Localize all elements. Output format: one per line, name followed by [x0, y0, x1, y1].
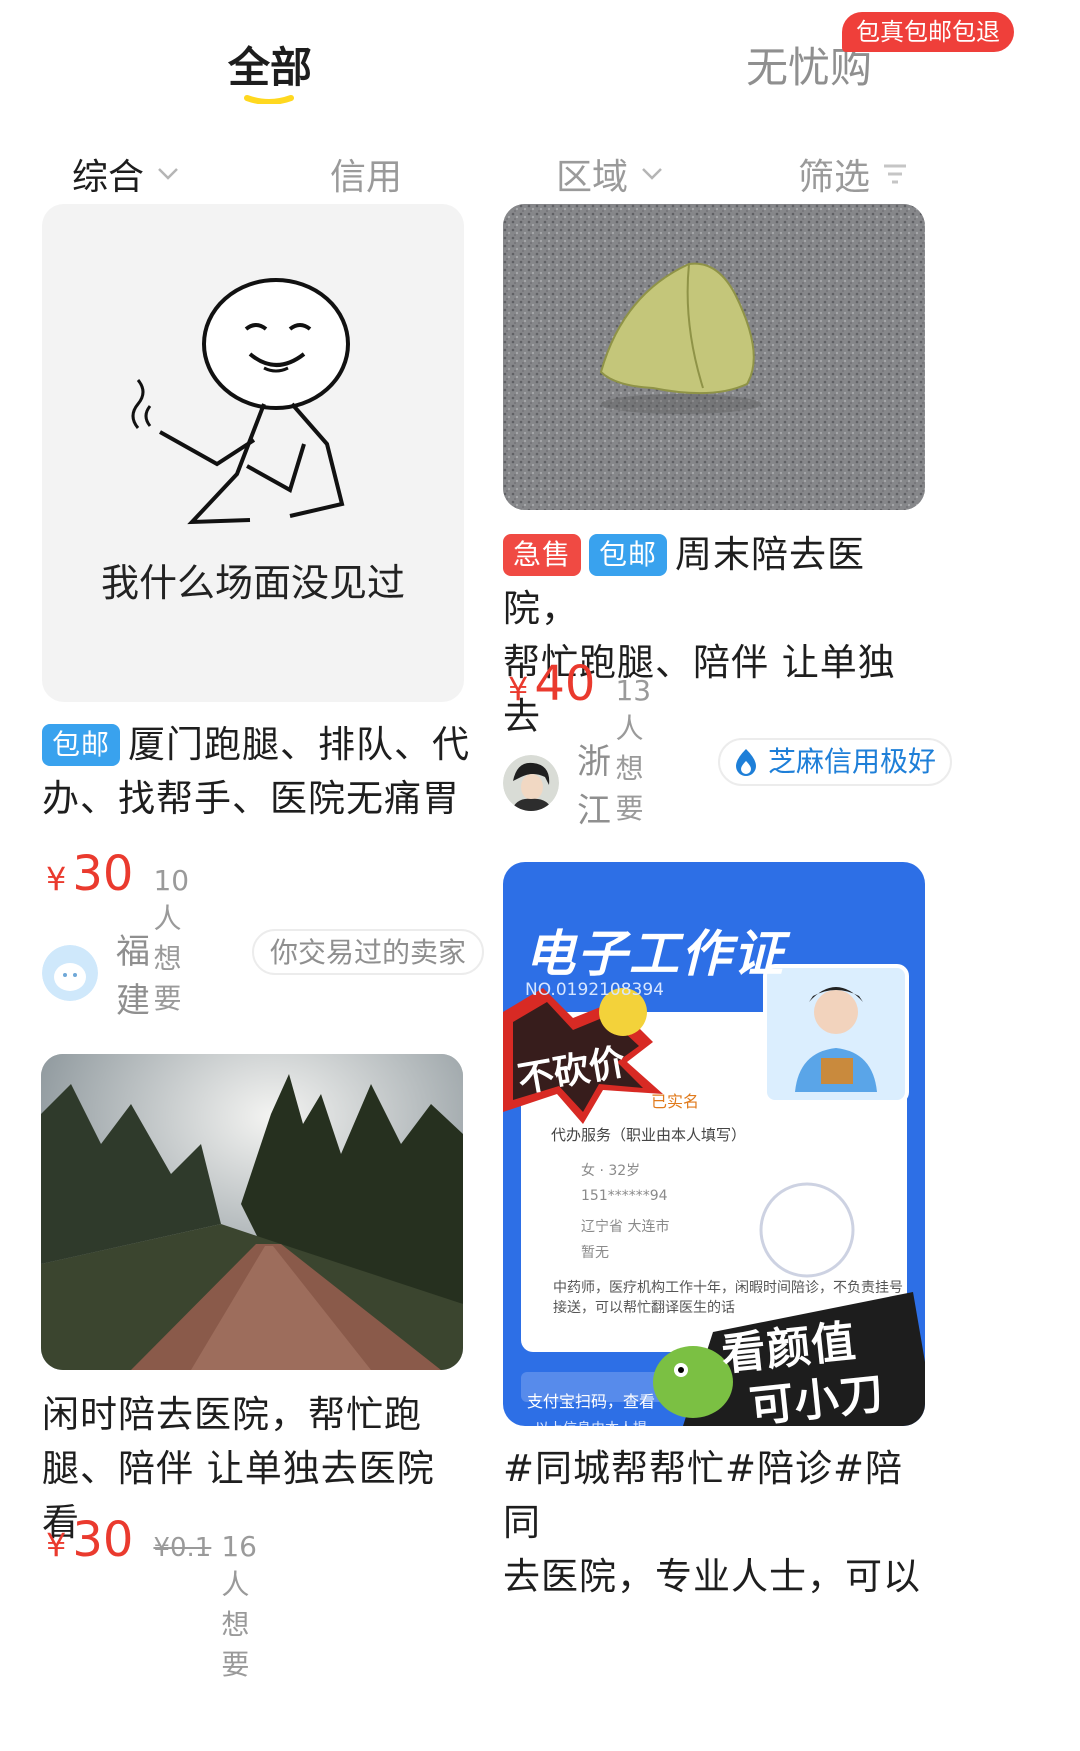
filter-credit[interactable]: 信用 — [330, 148, 402, 200]
work-badge-scan-hint: 支付宝扫码，查看 — [527, 1392, 656, 1411]
original-price: ¥0.1 — [153, 1533, 212, 1563]
avatar-icon — [42, 945, 98, 1001]
card-image-forest-road — [41, 1054, 463, 1370]
tab-all[interactable]: 全部 — [228, 34, 312, 95]
filter-bar: 综合 信用 区域 筛选 — [0, 140, 1080, 210]
work-badge-location: 辽宁省 大连市 — [581, 1219, 670, 1235]
work-badge-verified: 已实名 — [651, 1092, 700, 1111]
seller-region: 福建 — [116, 932, 150, 1021]
work-badge-number: NO.0192108394 — [525, 980, 664, 1000]
card-image-meme: 我什么场面没见过 — [42, 204, 464, 702]
sesame-credit-badge: 芝麻信用极好 — [718, 738, 953, 786]
price-symbol: ¥ — [46, 1526, 67, 1564]
work-badge-service: 代办服务（职业由本人填写） — [551, 1126, 747, 1144]
tag-urgent-sale: 急售 — [503, 534, 582, 576]
want-count: 10人想要 — [153, 864, 190, 1015]
forest-road-photo — [41, 1054, 463, 1370]
card-title-line1: 厦门跑腿、排队、代 — [128, 723, 471, 766]
leaf-photo — [503, 204, 925, 510]
work-badge-gender-age: 女 · 32岁 — [581, 1163, 641, 1179]
avatar-icon — [503, 755, 559, 811]
flame-icon — [736, 749, 756, 776]
seller-row[interactable]: 福建 — [42, 924, 150, 1022]
filter-icon — [884, 164, 907, 184]
want-count: 16人想要 — [221, 1530, 257, 1681]
work-badge-title: 电子工作证 — [525, 925, 785, 983]
promo-badge: 包真包邮包退 — [842, 12, 1014, 52]
traded-seller-badge: 你交易过的卖家 — [252, 929, 485, 975]
price-value: 30 — [72, 1512, 134, 1568]
tag-free-shipping: 包邮 — [42, 724, 121, 766]
avatar — [503, 755, 559, 811]
meme-caption: 我什么场面没见过 — [101, 561, 405, 605]
filter-region[interactable]: 区域 — [556, 148, 664, 200]
work-badge-other: 暂无 — [581, 1245, 609, 1261]
price-symbol: ¥ — [508, 670, 529, 708]
card-image-leaf — [503, 204, 925, 510]
filter-screen-label: 筛选 — [798, 157, 871, 198]
card-title-line1: #同城帮帮忙#陪诊#陪同 — [503, 1447, 904, 1544]
chevron-down-icon — [642, 168, 662, 180]
card-image-work-badge: 电子工作证 NO.0192108394 不砍价 已实名 代办服务（职业由本人填写… — [503, 862, 925, 1426]
price-symbol: ¥ — [46, 860, 67, 898]
avatar — [42, 945, 98, 1001]
filter-credit-label: 信用 — [330, 157, 403, 198]
work-badge-description: 中药师，医疗机构工作十年，闲暇时间陪诊，不负责挂号接送，可以帮忙翻译医生的话 — [553, 1280, 903, 1316]
tag-free-shipping: 包邮 — [589, 534, 668, 576]
card-title-line2: 去医院，专业人士，可以 — [503, 1555, 921, 1598]
price-value: 30 — [72, 846, 134, 902]
credit-badge-label: 芝麻信用极好 — [768, 745, 937, 778]
price-row: ¥ 30 ¥0.1 16人想要 — [46, 1512, 257, 1683]
seller-region: 浙江 — [577, 742, 611, 831]
chevron-down-icon — [158, 168, 178, 180]
top-tab-bar: 全部 无忧购 包真包邮包退 — [0, 0, 1080, 118]
card-title-line2: 办、找帮手、医院无痛胃 — [42, 777, 460, 820]
tab-active-indicator — [244, 95, 294, 104]
seller-row[interactable]: 浙江 — [503, 734, 611, 832]
filter-comprehensive[interactable]: 综合 — [72, 148, 180, 200]
card-title: 包邮 厦门跑腿、排队、代 办、找帮手、医院无痛胃 — [42, 718, 472, 826]
filter-region-label: 区域 — [556, 157, 629, 198]
app-page: 全部 无忧购 包真包邮包退 综合 信用 区域 筛选 我什么场面没见过 包邮 厦门… — [0, 0, 1080, 1751]
price-value: 40 — [534, 656, 596, 712]
filter-screen[interactable]: 筛选 — [798, 148, 908, 200]
work-badge-phone: 151******94 — [581, 1188, 668, 1204]
want-count: 13人想要 — [615, 674, 652, 825]
card-title-line1: 闲时陪去医院，帮忙跑 — [42, 1393, 422, 1436]
meme-stickman-illustration: 我什么场面没见过 — [101, 278, 405, 605]
card-title: #同城帮帮忙#陪诊#陪同 去医院，专业人士，可以 — [503, 1442, 933, 1604]
filter-comprehensive-label: 综合 — [72, 157, 145, 198]
work-badge-footer: 以上信息由本人提 — [535, 1418, 647, 1426]
